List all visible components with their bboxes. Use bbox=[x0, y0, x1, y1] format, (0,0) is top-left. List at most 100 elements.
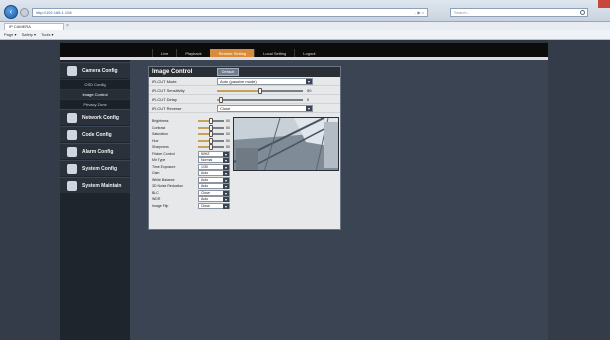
sidebar-item-system-config[interactable]: System Config bbox=[60, 160, 130, 176]
sidebar-item-system-maintain[interactable]: System Maintain bbox=[60, 177, 130, 193]
slider-handle[interactable] bbox=[209, 131, 213, 137]
sidebar-item-label: System Maintain bbox=[82, 183, 122, 189]
chevron-down-icon: ▾ bbox=[306, 106, 312, 111]
tools-menu[interactable]: Tools ▾ bbox=[41, 32, 53, 37]
forward-button[interactable] bbox=[20, 8, 29, 17]
chevron-down-icon: ▾ bbox=[223, 197, 229, 202]
search-input[interactable]: Search... bbox=[450, 8, 588, 17]
close-window-button[interactable] bbox=[598, 0, 610, 8]
param-slider[interactable] bbox=[198, 137, 224, 144]
ircut-reverse-select[interactable]: Close ▾ bbox=[217, 105, 313, 112]
sidebar-item-alarm-config[interactable]: Alarm Config bbox=[60, 143, 130, 159]
select-value: Close bbox=[201, 190, 210, 195]
camera-preview bbox=[233, 117, 339, 171]
sidebar-item-camera-config[interactable]: Camera Config bbox=[60, 62, 130, 78]
chevron-down-icon: ▾ bbox=[223, 164, 229, 170]
sidebar-sub-osd-config[interactable]: OSD Config bbox=[60, 79, 130, 89]
address-controls[interactable]: - ▶ × bbox=[415, 9, 424, 17]
sidebar-item-code-config[interactable]: Code Config bbox=[60, 126, 130, 142]
field-label: BLC bbox=[152, 190, 159, 195]
code-icon bbox=[67, 130, 77, 140]
select-value: Close bbox=[220, 106, 231, 111]
default-button[interactable]: Default bbox=[217, 68, 239, 76]
param-slider[interactable] bbox=[198, 118, 224, 124]
ircut-sensitivity-row: IR-CUT Sensitivity 50 bbox=[149, 86, 340, 95]
sidebar: Camera Config OSD Config Image Control P… bbox=[60, 60, 130, 340]
param-row-select: WDR Auto ▾ bbox=[150, 196, 232, 202]
search-icon[interactable] bbox=[580, 10, 585, 15]
back-button[interactable]: ‹ bbox=[4, 5, 18, 19]
chevron-down-icon: ▾ bbox=[223, 158, 229, 163]
browser-titlebar: ‹ http://192.168.1.108 - ▶ × Search... bbox=[0, 0, 610, 22]
param-row-select: Flicker Control 50HZ ▾ bbox=[150, 150, 232, 157]
field-label: Gain bbox=[152, 171, 160, 175]
param-select[interactable]: 50HZ ▾ bbox=[198, 150, 230, 157]
page-menu[interactable]: Page ▾ bbox=[4, 32, 16, 37]
sidebar-sub-privacy-zone[interactable]: Privacy Zone bbox=[60, 99, 130, 109]
tab-strip: IP CAMERA × bbox=[0, 22, 610, 30]
ircut-sensitivity-slider[interactable] bbox=[217, 88, 303, 94]
select-value: Auto bbox=[201, 177, 209, 182]
network-icon bbox=[67, 113, 77, 123]
preview-image bbox=[234, 118, 338, 170]
chevron-down-icon: ▾ bbox=[306, 79, 312, 84]
param-select[interactable]: 1/30 ▾ bbox=[198, 163, 230, 170]
minimize-button[interactable] bbox=[578, 0, 587, 8]
slider-value: 0 bbox=[307, 97, 310, 102]
camera-web-page: Live Playback Remote Setting Local Setti… bbox=[0, 40, 610, 340]
select-value: Normal bbox=[201, 158, 213, 162]
param-select[interactable]: Close ▾ bbox=[198, 189, 230, 196]
slider-handle[interactable] bbox=[209, 144, 213, 150]
param-select[interactable]: Normal ▾ bbox=[198, 157, 230, 163]
page-title: Image Control bbox=[152, 69, 193, 75]
param-select[interactable]: Auto ▾ bbox=[198, 170, 230, 176]
close-tab-icon[interactable]: × bbox=[66, 23, 69, 29]
param-slider[interactable] bbox=[198, 131, 224, 137]
field-label: IR-CUT Mode bbox=[152, 79, 177, 84]
param-row-select: Gain Auto ▾ bbox=[150, 170, 232, 176]
sidebar-item-label: Code Config bbox=[82, 132, 112, 138]
sidebar-sub-image-control[interactable]: Image Control bbox=[60, 89, 130, 99]
ircut-delay-slider[interactable] bbox=[217, 97, 303, 103]
slider-fill bbox=[217, 90, 260, 92]
param-select[interactable]: Auto ▾ bbox=[198, 196, 230, 202]
param-row-slider: Hue 50 bbox=[150, 137, 232, 144]
maximize-button[interactable] bbox=[588, 0, 597, 8]
sidebar-item-network-config[interactable]: Network Config bbox=[60, 109, 130, 125]
select-value: 1/30 bbox=[201, 164, 208, 169]
slider-handle[interactable] bbox=[258, 88, 262, 94]
field-label: IR-CUT Sensitivity bbox=[152, 88, 185, 93]
command-bar: Page ▾ Safety ▾ Tools ▾ bbox=[0, 30, 610, 40]
address-text: http://192.168.1.108 bbox=[36, 10, 72, 15]
address-bar[interactable]: http://192.168.1.108 - ▶ × bbox=[32, 8, 428, 17]
param-select[interactable]: Close ▾ bbox=[198, 202, 230, 209]
sidebar-item-label: Network Config bbox=[82, 115, 119, 121]
slider-handle[interactable] bbox=[209, 118, 213, 124]
chevron-down-icon: ▾ bbox=[223, 151, 229, 157]
image-control-panel: Image Control Default IR-CUT Mode Auto (… bbox=[148, 66, 341, 230]
ircut-mode-select[interactable]: Auto (passive mode) ▾ bbox=[217, 78, 313, 85]
param-row-select: Image Flip Close ▾ bbox=[150, 202, 232, 209]
param-slider[interactable] bbox=[198, 124, 224, 131]
system-icon bbox=[67, 164, 77, 174]
field-label: Saturation bbox=[152, 132, 168, 136]
param-slider[interactable] bbox=[198, 144, 224, 150]
select-value: 50HZ bbox=[201, 151, 210, 156]
select-value: Close bbox=[201, 203, 210, 208]
param-row-select: 3D Noise Reduction Auto ▾ bbox=[150, 183, 232, 189]
slider-handle[interactable] bbox=[209, 137, 213, 144]
field-label: 3D Noise Reduction bbox=[152, 184, 184, 188]
slider-handle[interactable] bbox=[219, 97, 224, 103]
chevron-down-icon: ▾ bbox=[223, 184, 229, 189]
safety-menu[interactable]: Safety ▾ bbox=[22, 32, 36, 37]
param-select[interactable]: Auto ▾ bbox=[198, 176, 230, 183]
field-label: IR-CUT Delay bbox=[152, 97, 177, 102]
slider-handle[interactable] bbox=[209, 124, 213, 131]
select-value: Auto bbox=[201, 184, 209, 188]
camera-icon bbox=[67, 66, 77, 76]
chevron-down-icon: ▾ bbox=[223, 171, 229, 176]
slider-value: 50 bbox=[307, 88, 312, 93]
browser-tab[interactable]: IP CAMERA bbox=[4, 23, 64, 30]
slider-value: 50 bbox=[226, 119, 230, 123]
param-select[interactable]: Auto ▾ bbox=[198, 183, 230, 189]
